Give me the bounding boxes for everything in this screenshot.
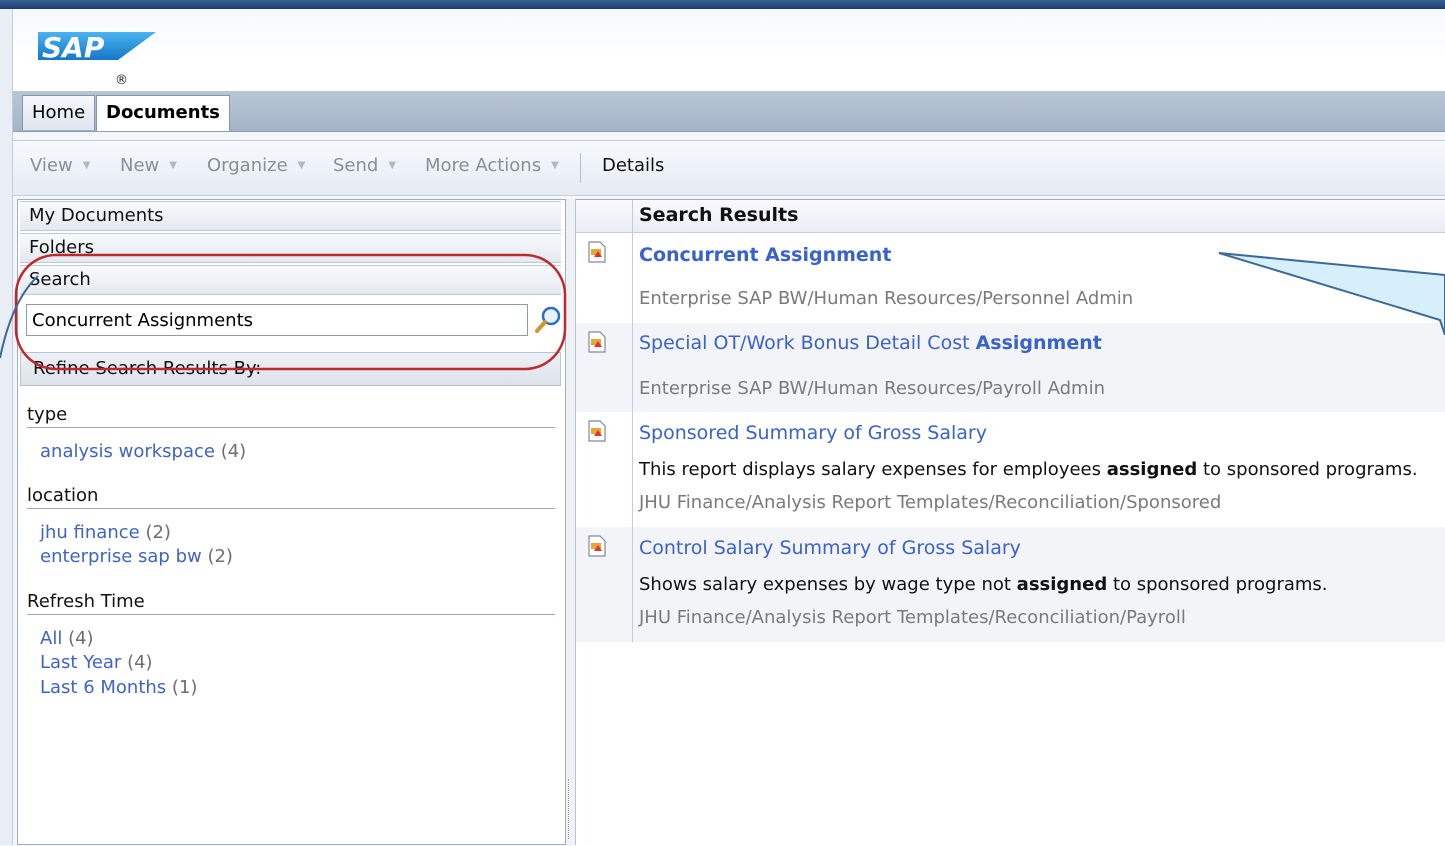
result-path: JHU Finance/Analysis Report Templates/Re… [639, 607, 1186, 628]
facet-item-count: (4) [68, 628, 94, 649]
facet-item-count: (2) [207, 546, 233, 567]
details-button[interactable]: Details [602, 155, 664, 176]
result-title-link[interactable]: Sponsored Summary of Gross Salary [639, 422, 987, 444]
organize-menu-label: Organize [207, 155, 288, 176]
result-description-text: to sponsored programs. [1197, 459, 1418, 480]
results-header-label: Search Results [639, 204, 799, 226]
facet-item-analysis-workspace[interactable]: analysis workspace (4) [40, 441, 246, 462]
chevron-down-icon: ▼ [388, 160, 397, 171]
sap-logo-text: SAP [42, 32, 105, 64]
callout-pointer-line [0, 275, 39, 359]
callout-bubble [1218, 252, 1445, 335]
facet-item-last-6-months[interactable]: Last 6 Months (1) [40, 677, 197, 698]
document-icon [588, 420, 606, 442]
facet-item-label: Last 6 Months [40, 677, 167, 698]
result-title-text: Special OT/Work Bonus Detail Cost [639, 332, 976, 354]
result-title-link[interactable]: Special OT/Work Bonus Detail Cost Assign… [639, 332, 1102, 354]
new-menu[interactable]: New ▼ [120, 155, 177, 176]
sap-logo: SAP ® [38, 32, 156, 88]
facet-item-count: (2) [145, 522, 171, 543]
facet-item-label: Last Year [40, 652, 122, 673]
result-row: Sponsored Summary of Gross Salary This r… [576, 412, 1445, 527]
result-path: Enterprise SAP BW/Human Resources/Payrol… [639, 378, 1105, 399]
result-description: Shows salary expenses by wage type not a… [639, 574, 1328, 595]
facet-item-count: (4) [220, 441, 247, 462]
send-menu-label: Send [333, 155, 379, 176]
result-title-match: Concurrent Assignment [639, 244, 892, 266]
document-icon [588, 535, 606, 557]
send-menu[interactable]: Send ▼ [333, 155, 396, 176]
app-header [13, 9, 1445, 91]
view-menu-label: View [30, 155, 73, 176]
splitter-grip[interactable] [568, 779, 573, 839]
view-menu[interactable]: View ▼ [30, 155, 90, 176]
result-description-match: assigned [1016, 574, 1108, 595]
new-menu-label: New [120, 155, 160, 176]
result-row: Special OT/Work Bonus Detail Cost Assign… [576, 323, 1445, 412]
facet-heading-refresh-time: Refresh Time [27, 591, 555, 615]
more-actions-menu[interactable]: More Actions ▼ [425, 155, 559, 176]
organize-menu[interactable]: Organize ▼ [207, 155, 305, 176]
result-description-text: Shows salary expenses by wage type not [639, 574, 1017, 595]
facet-item-enterprise-sap-bw[interactable]: enterprise sap bw (2) [40, 546, 233, 567]
result-title-text: Sponsored Summary of Gross Salary [639, 422, 987, 444]
tab-bar: Home Documents [13, 91, 1445, 132]
result-row: Control Salary Summary of Gross Salary S… [576, 527, 1445, 642]
result-title-link[interactable]: Control Salary Summary of Gross Salary [639, 537, 1021, 559]
facet-item-count: (4) [127, 652, 153, 673]
tab-home[interactable]: Home [22, 95, 96, 130]
chevron-down-icon: ▼ [551, 160, 559, 171]
facet-item-label: jhu finance [40, 522, 140, 543]
facet-item-label: enterprise sap bw [40, 546, 202, 567]
facet-item-all[interactable]: All (4) [40, 628, 94, 649]
facet-heading-type: type [27, 404, 555, 428]
chevron-down-icon: ▼ [169, 160, 177, 171]
my-documents-header[interactable]: My Documents [20, 201, 561, 231]
facet-heading-location: location [27, 485, 555, 509]
document-icon [588, 241, 606, 263]
top-title-bar [0, 0, 1445, 9]
facet-item-label: analysis workspace [40, 441, 215, 462]
toolbar-separator [580, 153, 581, 183]
more-actions-label: More Actions [425, 155, 542, 176]
result-path: JHU Finance/Analysis Report Templates/Re… [639, 492, 1222, 513]
icon-column-divider [632, 200, 633, 642]
result-title-text: Control Salary Summary of Gross Salary [639, 537, 1021, 559]
result-description-match: assigned [1106, 459, 1198, 480]
facet-item-jhu-finance[interactable]: jhu finance (2) [40, 522, 171, 543]
left-edge-strip [0, 9, 13, 845]
chevron-down-icon: ▼ [82, 160, 91, 171]
result-description-text: This report displays salary expenses for… [639, 459, 1107, 480]
result-path: Enterprise SAP BW/Human Resources/Person… [639, 288, 1134, 309]
facet-item-label: All [40, 628, 63, 649]
result-title-match: Assignment [975, 332, 1102, 354]
search-highlight-ring [14, 253, 567, 371]
result-description-text: to sponsored programs. [1107, 574, 1328, 595]
document-icon [588, 331, 606, 353]
result-title-link[interactable]: Concurrent Assignment [639, 244, 891, 266]
result-description: This report displays salary expenses for… [639, 459, 1418, 480]
chevron-down-icon: ▼ [297, 160, 306, 171]
tab-documents[interactable]: Documents [96, 95, 230, 131]
facet-item-last-year[interactable]: Last Year (4) [40, 652, 153, 673]
registered-mark: ® [115, 73, 128, 88]
facet-item-count: (1) [171, 677, 198, 698]
toolbar: View ▼ New ▼ Organize ▼ Send ▼ More Actions ▼… [13, 140, 1445, 196]
